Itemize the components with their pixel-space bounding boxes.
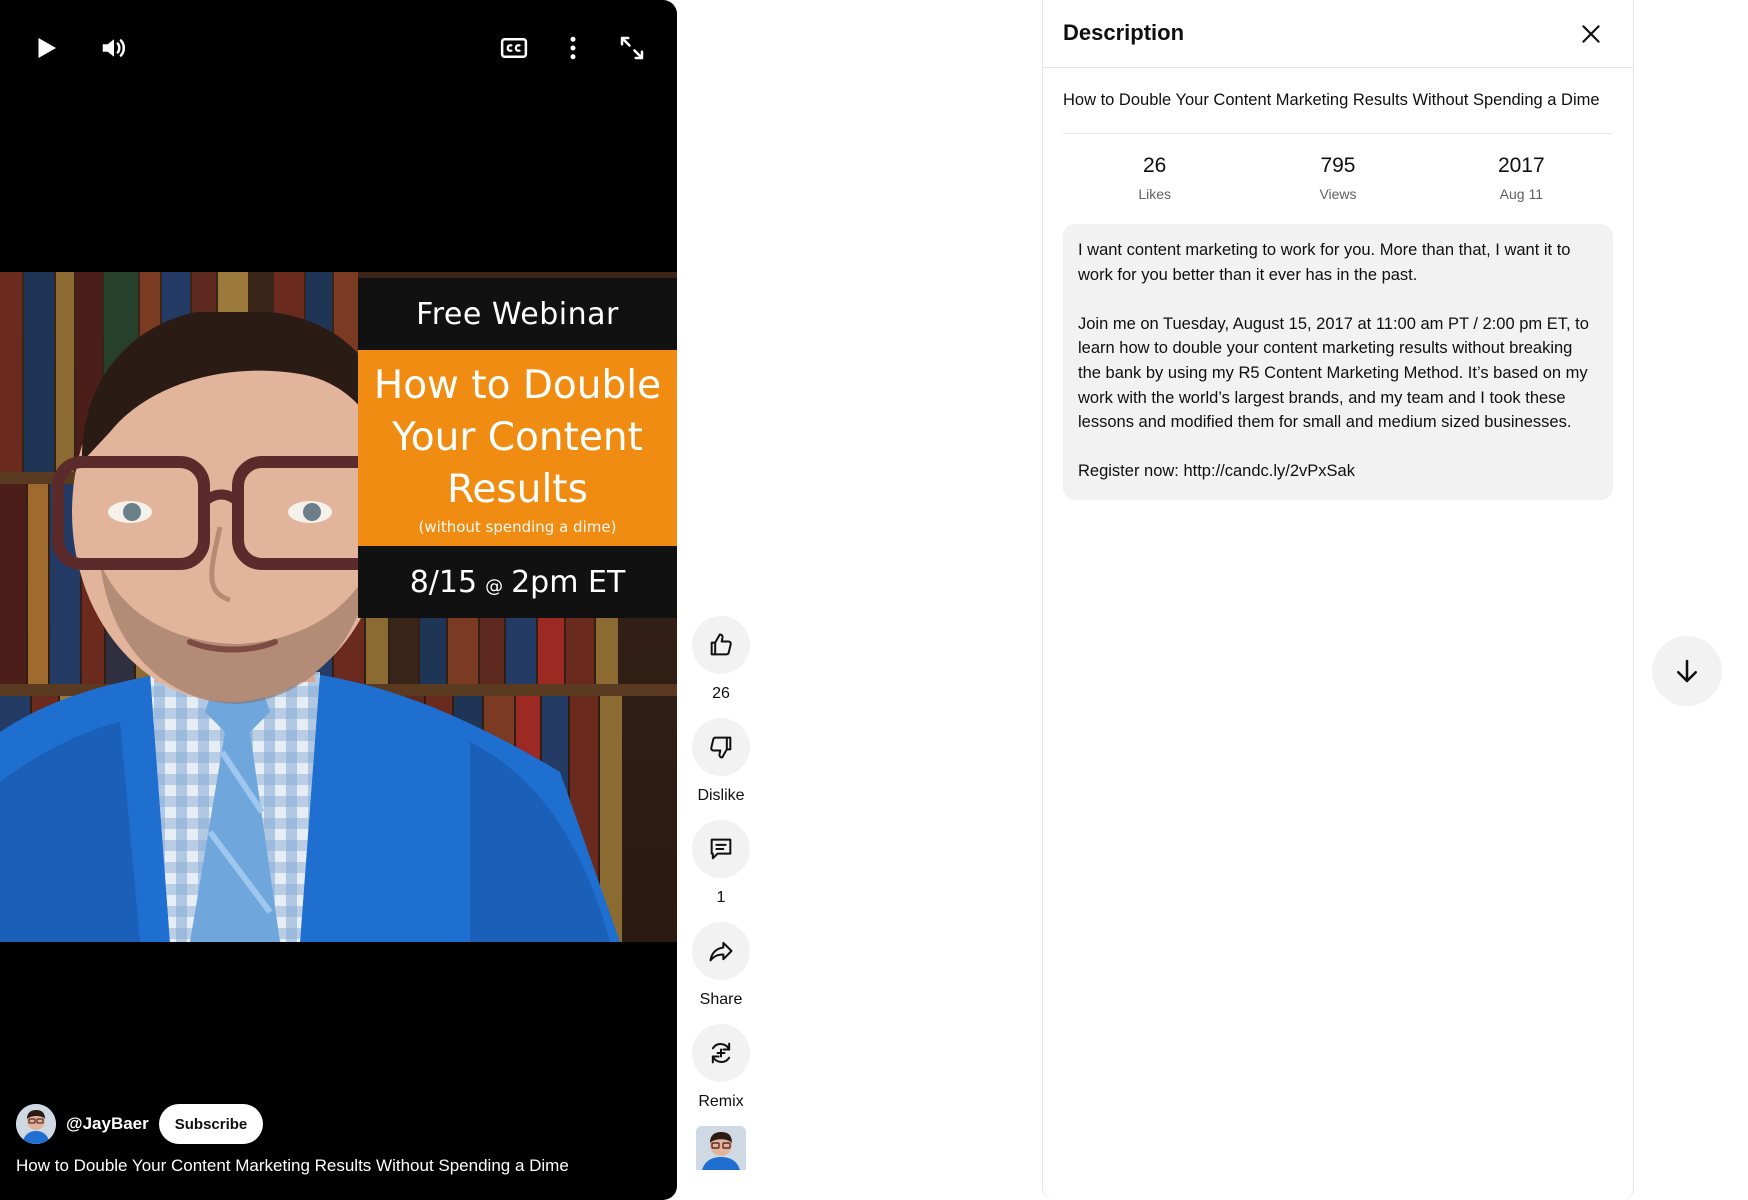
captions-icon: [500, 38, 528, 58]
description-headline: How to Double Your Content Marketing Res…: [1063, 88, 1613, 134]
poster-at: @: [485, 575, 504, 597]
description-link[interactable]: Register now: http://candc.ly/2vPxSak: [1078, 459, 1598, 484]
comment-icon: [710, 838, 732, 860]
stat-label: Likes: [1138, 186, 1171, 202]
close-button[interactable]: [1575, 18, 1607, 50]
like-count: 26: [712, 685, 730, 702]
poster-header: Free Webinar: [358, 278, 677, 350]
share-icon: [709, 941, 733, 962]
channel-avatar[interactable]: [16, 1104, 56, 1144]
like-action: 26: [690, 616, 752, 704]
like-button[interactable]: [692, 616, 750, 674]
subscribe-button[interactable]: Subscribe: [158, 1104, 264, 1144]
stat-label: Aug 11: [1499, 186, 1543, 202]
comments-button[interactable]: [692, 820, 750, 878]
dislike-label: Dislike: [697, 787, 745, 804]
fullscreen-icon: [620, 36, 644, 60]
sound-source-avatar[interactable]: [696, 1126, 746, 1170]
play-button[interactable]: [26, 28, 66, 68]
poster-date: 8/15: [409, 564, 478, 600]
poster-datetime: 8/15 @ 2pm ET: [358, 546, 677, 618]
comments-count: 1: [716, 889, 726, 906]
poster-time: 2pm ET: [511, 564, 626, 600]
panel-header: Description: [1043, 0, 1633, 68]
avatar-image-icon: [696, 1126, 746, 1170]
stat-likes: 26 Likes: [1105, 154, 1205, 202]
panel-body: How to Double Your Content Marketing Res…: [1043, 88, 1633, 500]
poster-title-line: Results: [447, 467, 588, 512]
share-button[interactable]: [692, 922, 750, 980]
remix-icon: [711, 1042, 731, 1064]
remix-button[interactable]: [692, 1024, 750, 1082]
webinar-poster: Free Webinar How to Double Your Content …: [358, 278, 677, 618]
stat-value: 795: [1320, 154, 1356, 177]
poster-subtitle: (without spending a dime): [418, 518, 617, 536]
stat-date: 2017 Aug 11: [1471, 154, 1571, 202]
stat-value: 2017: [1497, 154, 1545, 177]
stats-row: 26 Likes 795 Views 2017 Aug 11: [1063, 134, 1613, 224]
more-options-button[interactable]: [553, 28, 593, 68]
player-controls: [0, 0, 677, 96]
video-player[interactable]: Free Webinar How to Double Your Content …: [0, 0, 677, 1200]
description-panel: Description How to Double Your Content M…: [1042, 0, 1634, 1200]
avatar-image-icon: [16, 1104, 56, 1144]
more-vert-icon: [570, 36, 576, 60]
description-paragraph: I want content marketing to work for you…: [1078, 241, 1571, 284]
action-rail: 26 Dislike 1 Share Remix: [690, 616, 752, 1170]
video-title[interactable]: How to Double Your Content Marketing Res…: [16, 1156, 569, 1176]
poster-title: How to Double Your Content Results (with…: [358, 350, 677, 546]
volume-button[interactable]: [94, 28, 134, 68]
channel-name[interactable]: @JayBaer: [66, 1114, 149, 1134]
share-action: Share: [690, 922, 752, 1010]
close-icon: [1582, 25, 1600, 43]
remix-label: Remix: [698, 1093, 744, 1110]
arrow-down-icon: [1677, 659, 1697, 683]
video-frame: Free Webinar How to Double Your Content …: [0, 272, 677, 942]
description-paragraph: Join me on Tuesday, August 15, 2017 at 1…: [1078, 314, 1589, 432]
captions-button[interactable]: [494, 28, 534, 68]
share-label: Share: [699, 991, 743, 1008]
dislike-action: Dislike: [690, 718, 752, 806]
fullscreen-button[interactable]: [612, 28, 652, 68]
description-text-box: I want content marketing to work for you…: [1063, 224, 1613, 500]
stat-value: 26: [1142, 154, 1167, 177]
next-video-button[interactable]: [1652, 636, 1722, 706]
poster-title-line: Your Content: [392, 415, 643, 460]
channel-row: @JayBaer Subscribe: [16, 1104, 264, 1144]
stat-views: 795 Views: [1288, 154, 1388, 202]
thumbs-down-icon: [710, 736, 732, 759]
comments-action: 1: [690, 820, 752, 908]
remix-action: Remix: [690, 1024, 752, 1112]
dislike-button[interactable]: [692, 718, 750, 776]
thumbs-up-icon: [710, 633, 732, 656]
panel-title: Description: [1063, 20, 1185, 45]
play-icon: [38, 38, 56, 58]
poster-title-line: How to Double: [373, 363, 662, 408]
stat-label: Views: [1319, 186, 1357, 202]
volume-icon: [102, 39, 126, 57]
